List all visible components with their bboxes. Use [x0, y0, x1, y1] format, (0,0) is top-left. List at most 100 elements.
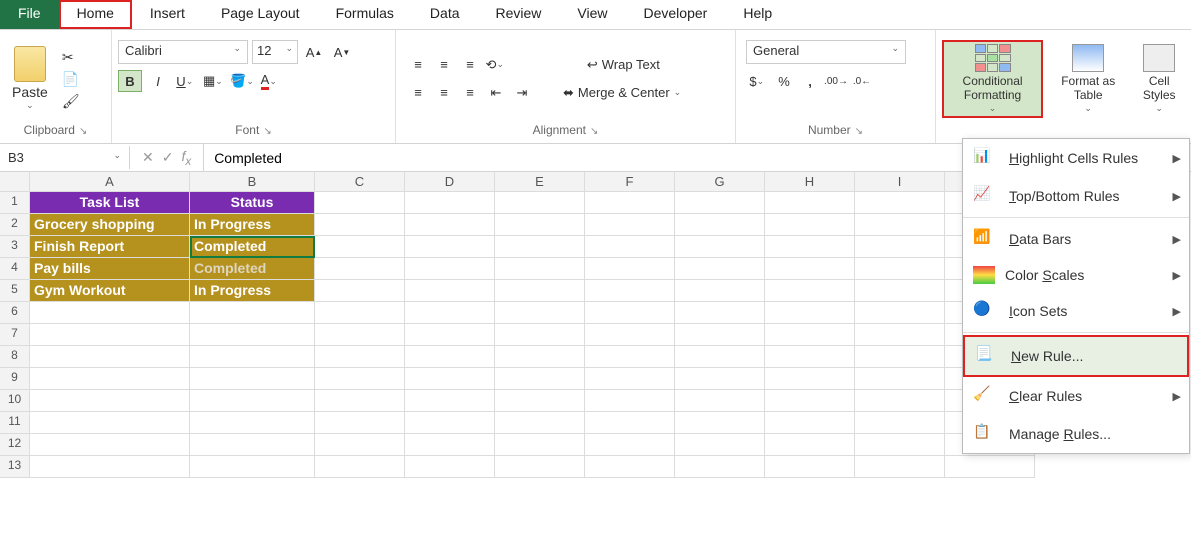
cell[interactable] — [405, 302, 495, 324]
cell[interactable] — [190, 368, 315, 390]
underline-button[interactable]: U⌄ — [174, 70, 198, 92]
tab-file[interactable]: File — [0, 0, 59, 29]
conditional-formatting-button[interactable]: Conditional Formatting⌄ — [942, 40, 1043, 118]
cell[interactable] — [675, 412, 765, 434]
cell[interactable] — [855, 434, 945, 456]
row-header[interactable]: 8 — [0, 346, 30, 368]
copy-icon[interactable]: 📄 — [62, 71, 80, 87]
cell[interactable] — [30, 346, 190, 368]
col-header-A[interactable]: A — [30, 172, 190, 192]
decrease-font-button[interactable]: A▼ — [330, 41, 354, 63]
cell[interactable] — [190, 346, 315, 368]
cut-icon[interactable]: ✂ — [62, 49, 80, 65]
row-header[interactable]: 2 — [0, 214, 30, 236]
cell[interactable] — [405, 346, 495, 368]
cell[interactable] — [405, 258, 495, 280]
tab-page-layout[interactable]: Page Layout — [203, 0, 318, 29]
tab-formulas[interactable]: Formulas — [318, 0, 412, 29]
cell[interactable] — [765, 434, 855, 456]
cell[interactable] — [765, 236, 855, 258]
cell[interactable] — [315, 434, 405, 456]
cell[interactable] — [405, 412, 495, 434]
cell-B5[interactable]: In Progress — [190, 280, 315, 302]
increase-indent-button[interactable]: ⇥ — [510, 82, 534, 104]
row-header[interactable]: 3 — [0, 236, 30, 258]
col-header-H[interactable]: H — [765, 172, 855, 192]
cell[interactable] — [495, 456, 585, 478]
cell[interactable] — [585, 368, 675, 390]
cell[interactable] — [495, 412, 585, 434]
font-color-button[interactable]: A⌄ — [258, 70, 282, 92]
cell[interactable] — [765, 412, 855, 434]
row-header[interactable]: 1 — [0, 192, 30, 214]
wrap-text-button[interactable]: ↩ Wrap Text — [556, 54, 691, 76]
row-header[interactable]: 9 — [0, 368, 30, 390]
cell[interactable] — [585, 236, 675, 258]
cell-B3[interactable]: Completed — [190, 236, 315, 258]
font-launcher-icon[interactable]: ↘ — [263, 126, 271, 137]
merge-center-button[interactable]: ⬌ Merge & Center⌄ — [556, 82, 691, 104]
cell[interactable] — [585, 324, 675, 346]
cell[interactable] — [765, 346, 855, 368]
cell[interactable] — [585, 412, 675, 434]
col-header-D[interactable]: D — [405, 172, 495, 192]
col-header-F[interactable]: F — [585, 172, 675, 192]
cell[interactable] — [585, 456, 675, 478]
col-header-I[interactable]: I — [855, 172, 945, 192]
clipboard-launcher-icon[interactable]: ↘ — [79, 126, 87, 137]
cell[interactable] — [675, 456, 765, 478]
cell[interactable] — [855, 302, 945, 324]
cell[interactable] — [585, 390, 675, 412]
cell[interactable] — [855, 412, 945, 434]
format-painter-icon[interactable]: 🖌 — [62, 93, 80, 109]
cell[interactable] — [30, 390, 190, 412]
cell[interactable] — [585, 434, 675, 456]
cell[interactable] — [855, 368, 945, 390]
cell[interactable] — [315, 192, 405, 214]
cell-A3[interactable]: Finish Report — [30, 236, 190, 258]
row-header[interactable]: 13 — [0, 456, 30, 478]
decrease-decimal-button[interactable]: .0← — [850, 70, 874, 92]
cell[interactable] — [585, 346, 675, 368]
select-all-corner[interactable] — [0, 172, 30, 192]
cell-A5[interactable]: Gym Workout — [30, 280, 190, 302]
cell[interactable] — [495, 258, 585, 280]
paste-button[interactable]: Paste ⌄ — [6, 42, 54, 115]
cell[interactable] — [315, 412, 405, 434]
cf-clear-rules[interactable]: 🧹 Clear Rules ▶ — [963, 377, 1189, 415]
align-middle-button[interactable]: ≡ — [432, 54, 456, 76]
cell[interactable] — [315, 456, 405, 478]
cf-manage-rules[interactable]: 📋 Manage Rules... — [963, 415, 1189, 453]
cell[interactable] — [855, 192, 945, 214]
cell[interactable] — [675, 302, 765, 324]
cell[interactable] — [30, 456, 190, 478]
cell[interactable] — [585, 258, 675, 280]
fx-icon[interactable]: fx — [181, 148, 191, 168]
cell[interactable] — [585, 192, 675, 214]
cell[interactable] — [315, 280, 405, 302]
cell-A4[interactable]: Pay bills — [30, 258, 190, 280]
cell[interactable] — [30, 324, 190, 346]
cell[interactable] — [765, 390, 855, 412]
cell[interactable] — [855, 346, 945, 368]
cell[interactable] — [405, 214, 495, 236]
cell[interactable] — [495, 434, 585, 456]
col-header-C[interactable]: C — [315, 172, 405, 192]
cell[interactable] — [190, 456, 315, 478]
cell[interactable] — [855, 324, 945, 346]
cell[interactable] — [30, 434, 190, 456]
cell[interactable] — [855, 456, 945, 478]
italic-button[interactable]: I — [146, 70, 170, 92]
cell[interactable] — [495, 346, 585, 368]
cell-B2[interactable]: In Progress — [190, 214, 315, 236]
cell[interactable] — [315, 368, 405, 390]
cell[interactable] — [495, 368, 585, 390]
cell[interactable] — [765, 214, 855, 236]
cell[interactable] — [190, 412, 315, 434]
accept-formula-icon[interactable]: ✓ — [162, 149, 174, 166]
col-header-E[interactable]: E — [495, 172, 585, 192]
cell[interactable] — [405, 390, 495, 412]
cell[interactable] — [675, 346, 765, 368]
cell[interactable] — [495, 302, 585, 324]
cell[interactable] — [675, 192, 765, 214]
